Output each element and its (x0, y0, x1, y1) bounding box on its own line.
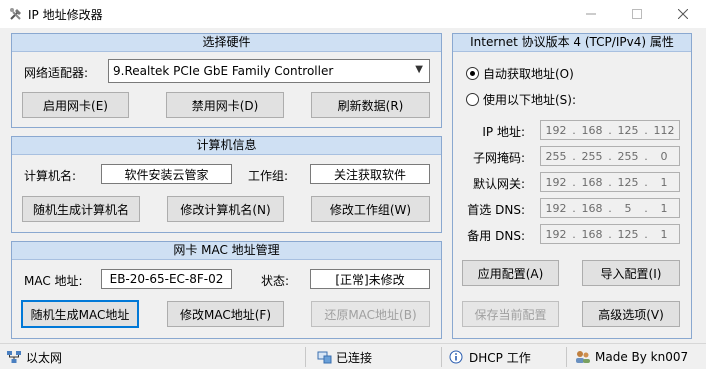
gateway-octet-1: 192 (545, 175, 567, 189)
ipv4-panel-title: Internet 协议版本 4 (TCP/IPv4) 属性 (453, 34, 691, 52)
computer-panel-title: 计算机信息 (12, 137, 441, 155)
dns1-field[interactable]: 192. 168. 5. 1 (540, 198, 680, 218)
manual-address-label: 使用以下地址(S): (483, 93, 577, 107)
mask-octet-3: 255 (617, 149, 639, 163)
title-bar: IP 地址修改器 (0, 0, 706, 28)
gateway-field[interactable]: 192. 168. 125. 1 (540, 172, 680, 192)
status-divider (566, 347, 567, 367)
enable-adapter-button[interactable]: 启用网卡(E) (22, 92, 129, 118)
status-connection-text: 已连接 (336, 350, 373, 365)
adapter-select[interactable]: 9.Realtek PCIe GbE Family Controller ▼ (108, 59, 430, 83)
manual-address-radio[interactable]: 使用以下地址(S): (466, 91, 576, 108)
mac-status-value: [正常]未修改 (310, 269, 430, 289)
users-icon (576, 351, 590, 363)
mask-octet-1: 255 (545, 149, 567, 163)
dns2-octet-1: 192 (545, 227, 567, 241)
status-author: Made By kn007 (575, 348, 688, 366)
status-connection: 已连接 (316, 348, 372, 366)
mac-panel: 网卡 MAC 地址管理 MAC 地址: EB-20-65-EC-8F-02 状态… (11, 241, 442, 339)
close-icon (678, 9, 688, 19)
save-config-button[interactable]: 保存当前配置 (462, 301, 559, 327)
hardware-panel: 选择硬件 网络适配器: 9.Realtek PCIe GbE Family Co… (11, 33, 442, 128)
mac-status-label: 状态: (261, 274, 290, 288)
dns1-octet-2: 168 (581, 201, 603, 215)
chevron-down-icon: ▼ (415, 64, 423, 75)
import-config-button[interactable]: 导入配置(I) (582, 260, 680, 286)
change-workgroup-button[interactable]: 修改工作组(W) (311, 196, 430, 222)
dns1-octet-4: 1 (660, 201, 668, 215)
auto-address-label: 自动获取地址(O) (483, 67, 574, 81)
dns2-octet-2: 168 (581, 227, 603, 241)
mac-panel-title: 网卡 MAC 地址管理 (12, 242, 441, 260)
dns1-octet-1: 192 (545, 201, 567, 215)
ip-octet-2: 168 (581, 123, 603, 137)
radio-selected-icon (466, 67, 479, 80)
advanced-options-button[interactable]: 高级选项(V) (582, 301, 680, 327)
ip-octet-1: 192 (545, 123, 567, 137)
network-icon (7, 351, 21, 363)
status-divider (441, 347, 442, 367)
dns1-label: 首选 DNS: (467, 203, 525, 217)
workgroup-label: 工作组: (248, 169, 289, 183)
status-author-text: Made By kn007 (595, 350, 689, 364)
status-dhcp-text: DHCP 工作 (469, 350, 531, 365)
info-icon (449, 350, 463, 364)
ip-address-field[interactable]: 192. 168. 125. 112 (540, 120, 680, 140)
mac-address-label: MAC 地址: (24, 274, 83, 288)
app-window: IP 地址修改器 选择硬件 网络适配器: 9.Realtek PCIe GbE … (0, 0, 706, 369)
status-network: 以太网 (6, 348, 62, 366)
window-title: IP 地址修改器 (28, 8, 103, 22)
gateway-octet-3: 125 (617, 175, 639, 189)
random-mac-button[interactable]: 随机生成MAC地址 (21, 300, 139, 328)
ipv4-panel: Internet 协议版本 4 (TCP/IPv4) 属性 自动获取地址(O) … (452, 33, 692, 339)
dns2-octet-3: 125 (617, 227, 639, 241)
maximize-button[interactable] (614, 0, 660, 28)
close-button[interactable] (660, 0, 706, 28)
mask-octet-2: 255 (581, 149, 603, 163)
minimize-icon (586, 13, 596, 15)
gateway-octet-2: 168 (581, 175, 603, 189)
computer-panel: 计算机信息 计算机名: 软件安装云管家 工作组: 关注获取软件 随机生成计算机名… (11, 136, 442, 233)
change-mac-button[interactable]: 修改MAC地址(F) (167, 301, 284, 327)
workgroup-field[interactable]: 关注获取软件 (310, 164, 430, 184)
radio-unselected-icon (466, 93, 479, 106)
gateway-octet-4: 1 (660, 175, 668, 189)
status-network-text: 以太网 (26, 350, 63, 365)
hardware-panel-title: 选择硬件 (12, 34, 441, 52)
adapter-label: 网络适配器: (24, 66, 89, 80)
gateway-label: 默认网关: (472, 177, 525, 191)
mask-octet-4: 0 (660, 149, 668, 163)
change-computer-name-button[interactable]: 修改计算机名(N) (167, 196, 284, 222)
subnet-mask-label: 子网掩码: (472, 151, 525, 165)
maximize-icon (632, 9, 642, 19)
restore-mac-button[interactable]: 还原MAC地址(B) (311, 301, 430, 327)
dns2-label: 备用 DNS: (467, 229, 525, 243)
adapter-value: 9.Realtek PCIe GbE Family Controller (113, 64, 334, 78)
random-computer-name-button[interactable]: 随机生成计算机名 (22, 196, 140, 222)
dns2-octet-4: 1 (660, 227, 668, 241)
subnet-mask-field[interactable]: 255. 255. 255. 0 (540, 146, 680, 166)
refresh-data-button[interactable]: 刷新数据(R) (311, 92, 430, 118)
dns1-octet-3: 5 (624, 201, 632, 215)
ip-octet-4: 112 (653, 123, 675, 137)
apply-config-button[interactable]: 应用配置(A) (462, 260, 559, 286)
ip-octet-3: 125 (617, 123, 639, 137)
dns2-field[interactable]: 192. 168. 125. 1 (540, 224, 680, 244)
status-bar: 以太网 已连接 DHCP 工作 Made By kn007 (0, 343, 706, 369)
disable-adapter-button[interactable]: 禁用网卡(D) (166, 92, 284, 118)
mac-address-field[interactable]: EB-20-65-EC-8F-02 (101, 269, 232, 289)
computer-name-field[interactable]: 软件安装云管家 (101, 164, 232, 184)
status-dhcp: DHCP 工作 (449, 348, 531, 366)
tools-icon (10, 8, 21, 20)
minimize-button[interactable] (568, 0, 614, 28)
auto-address-radio[interactable]: 自动获取地址(O) (466, 65, 574, 82)
connected-icon (317, 351, 332, 364)
status-divider (305, 347, 306, 367)
ip-address-label: IP 地址: (482, 125, 525, 139)
computer-name-label: 计算机名: (24, 169, 77, 183)
